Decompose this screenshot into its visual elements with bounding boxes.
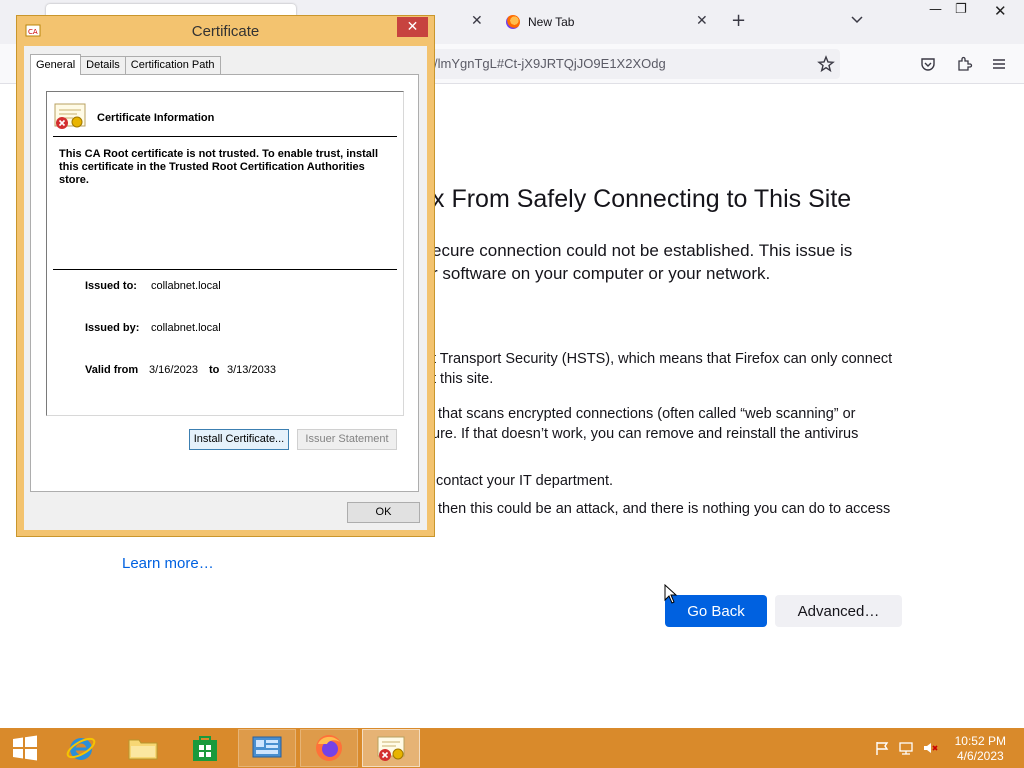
advanced-button[interactable]: Advanced… <box>775 595 902 627</box>
menu-hamburger-icon[interactable] <box>990 55 1008 73</box>
certificate-dialog: CA Certificate ✕ General Details Certifi… <box>16 15 435 537</box>
minimize-button[interactable]: — <box>929 2 942 17</box>
issuer-statement-button[interactable]: Issuer Statement <box>297 429 397 450</box>
taskbar-firefox[interactable] <box>300 729 358 767</box>
bookmark-star-icon[interactable] <box>817 55 835 73</box>
go-back-button[interactable]: Go Back <box>665 595 767 627</box>
close-window-button[interactable]: ✕ <box>994 2 1007 20</box>
store-icon <box>193 736 217 761</box>
extensions-icon[interactable] <box>955 55 973 73</box>
taskbar-internet-explorer[interactable] <box>52 729 110 767</box>
internet-explorer-icon <box>66 737 96 760</box>
issued-by-value: collabnet.local <box>151 322 221 334</box>
general-tab-panel: Certificate Information This CA Root cer… <box>30 74 419 492</box>
valid-to-label: to <box>209 364 220 376</box>
issued-to-label: Issued to: <box>85 280 137 292</box>
taskbar-control-panel[interactable] <box>238 729 296 767</box>
dialog-tabs: General Details Certification Path <box>30 54 221 75</box>
dialog-body: General Details Certification Path Certi… <box>24 46 427 530</box>
firefox-icon <box>316 735 342 761</box>
certificate-icon <box>377 736 405 761</box>
tab-label: New Tab <box>528 15 575 29</box>
issued-to-value: collabnet.local <box>151 280 221 292</box>
dialog-close-button[interactable]: ✕ <box>397 17 428 37</box>
volume-muted-icon[interactable] <box>922 740 938 756</box>
issued-by-label: Issued by: <box>85 322 140 334</box>
restore-button[interactable]: ❐ <box>955 2 967 17</box>
error-item-2-line-2: ure. If that doesn’t work, you can remov… <box>432 426 859 442</box>
dialog-title-bar[interactable]: CA Certificate ✕ <box>17 16 434 46</box>
new-tab-plus-icon[interactable]: + <box>731 10 746 31</box>
flag-icon[interactable] <box>874 740 890 756</box>
divider <box>53 136 397 137</box>
error-item-1-line-2: t this site. <box>432 371 494 387</box>
mouse-cursor-icon <box>664 584 678 604</box>
valid-from-label: Valid from <box>85 364 139 376</box>
error-item-2-line-1: that scans encrypted connections (often … <box>438 406 856 422</box>
tab-general[interactable]: General <box>30 54 82 75</box>
tab-certification-path[interactable]: Certification Path <box>124 56 221 75</box>
tab-new-tab[interactable]: New Tab <box>496 4 716 40</box>
untrusted-certificate-icon <box>54 103 86 129</box>
error-title: x From Safely Connecting to This Site <box>432 185 852 213</box>
error-intro-line-1: ecure connection could not be establishe… <box>432 241 853 260</box>
control-panel-icon <box>252 736 282 758</box>
error-item-1-line-1: t Transport Security (HSTS), which means… <box>432 351 893 367</box>
tab-close-icon[interactable]: ✕ <box>471 13 483 29</box>
taskbar-certificate[interactable] <box>362 729 420 767</box>
valid-from-value: 3/16/2023 <box>149 364 198 376</box>
valid-to-value: 3/13/2033 <box>227 364 276 376</box>
pocket-icon[interactable] <box>919 55 937 73</box>
clock-date: 4/6/2023 <box>956 749 1004 763</box>
start-button[interactable] <box>0 729 50 767</box>
url-text: /lmYgnTgL#Ct-jX9JRTQjJO9E1X2XOdg <box>434 56 666 71</box>
taskbar: 10:52 PM 4/6/2023 <box>0 728 1024 768</box>
folder-icon <box>128 739 158 760</box>
info-heading: Certificate Information <box>97 112 215 124</box>
ok-button[interactable]: OK <box>347 502 420 523</box>
error-item-3: contact your IT department. <box>436 473 614 489</box>
tab-details[interactable]: Details <box>80 56 126 75</box>
clock-time: 10:52 PM <box>954 734 1006 748</box>
network-icon[interactable] <box>898 740 914 756</box>
tab-close-icon[interactable]: ✕ <box>696 13 708 29</box>
firefox-icon <box>506 15 520 29</box>
system-clock[interactable]: 10:52 PM 4/6/2023 <box>955 734 1006 764</box>
divider <box>53 269 397 270</box>
trust-warning-text: This CA Root certificate is not trusted.… <box>59 148 379 186</box>
error-intro-line-2: r software on your computer or your netw… <box>432 264 771 283</box>
url-bar[interactable]: /lmYgnTgL#Ct-jX9JRTQjJO9E1X2XOdg <box>420 49 840 79</box>
learn-more-link[interactable]: Learn more… <box>122 555 214 572</box>
taskbar-file-explorer[interactable] <box>114 729 172 767</box>
certificate-info-box: Certificate Information This CA Root cer… <box>46 91 404 416</box>
windows-logo-icon <box>13 735 37 761</box>
chevron-down-icon[interactable] <box>850 12 864 26</box>
error-item-4: then this could be an attack, and there … <box>438 501 891 517</box>
taskbar-store[interactable] <box>176 729 234 767</box>
install-certificate-button[interactable]: Install Certificate... <box>189 429 289 450</box>
dialog-title: Certificate <box>191 23 260 40</box>
